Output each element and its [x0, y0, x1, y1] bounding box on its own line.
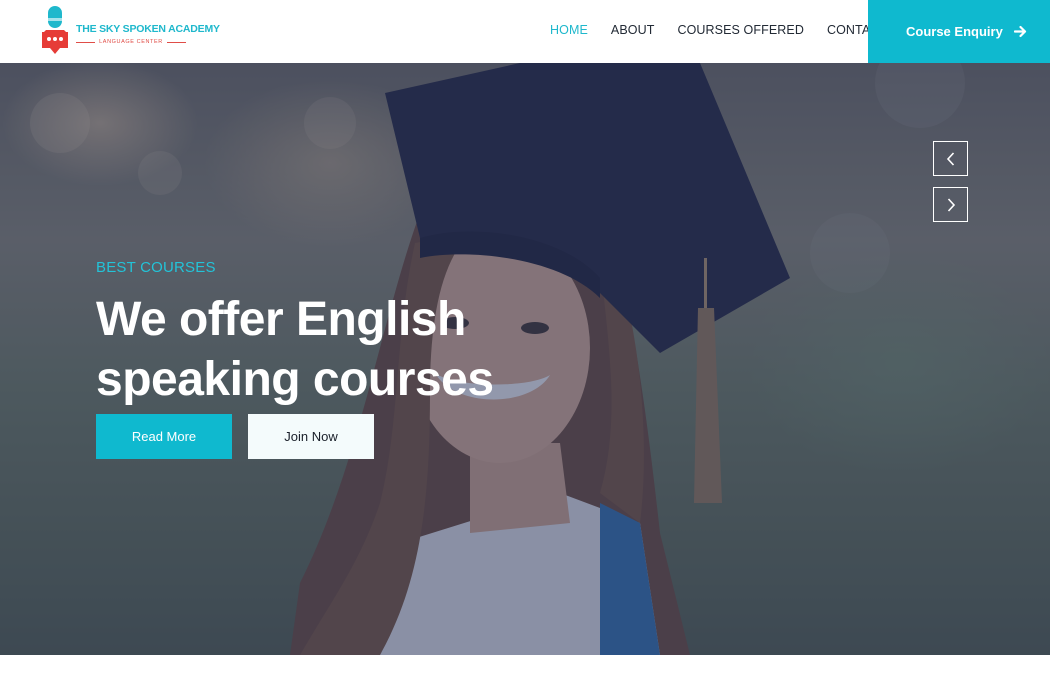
slider-prev-button[interactable] [933, 141, 968, 176]
nav-item-courses-offered[interactable]: COURSES OFFERED [677, 23, 804, 37]
divider [166, 41, 186, 43]
course-enquiry-button[interactable]: Course Enquiry [868, 0, 1050, 63]
nav-item-home[interactable]: HOME [550, 23, 588, 37]
brand-subtitle: LANGUAGE CENTER [99, 39, 163, 45]
page-section-below [0, 655, 1050, 700]
chevron-left-icon [946, 151, 954, 166]
divider [76, 41, 96, 43]
hero-slider: BEST COURSES We offer English speaking c… [0, 63, 1050, 655]
course-enquiry-label: Course Enquiry [906, 24, 1003, 39]
main-nav: HOME ABOUT COURSES OFFERED CONTACT [550, 23, 910, 37]
hero-eyebrow: BEST COURSES [96, 259, 216, 276]
brand-subtitle-row: LANGUAGE CENTER [76, 38, 186, 46]
slider-next-button[interactable] [933, 187, 968, 222]
nav-item-about[interactable]: ABOUT [611, 23, 655, 37]
arrow-right-icon [1013, 25, 1026, 38]
read-more-button[interactable]: Read More [96, 414, 232, 459]
chevron-right-icon [947, 197, 955, 212]
join-now-button[interactable]: Join Now [248, 414, 374, 459]
microphone-chat-icon [42, 6, 68, 54]
brand-title: THE SKY SPOKEN ACADEMY [76, 23, 220, 35]
site-header: THE SKY SPOKEN ACADEMY LANGUAGE CENTER H… [0, 0, 1050, 63]
hero-headline: We offer English speaking courses [96, 293, 494, 406]
site-logo[interactable]: THE SKY SPOKEN ACADEMY LANGUAGE CENTER [38, 4, 220, 58]
